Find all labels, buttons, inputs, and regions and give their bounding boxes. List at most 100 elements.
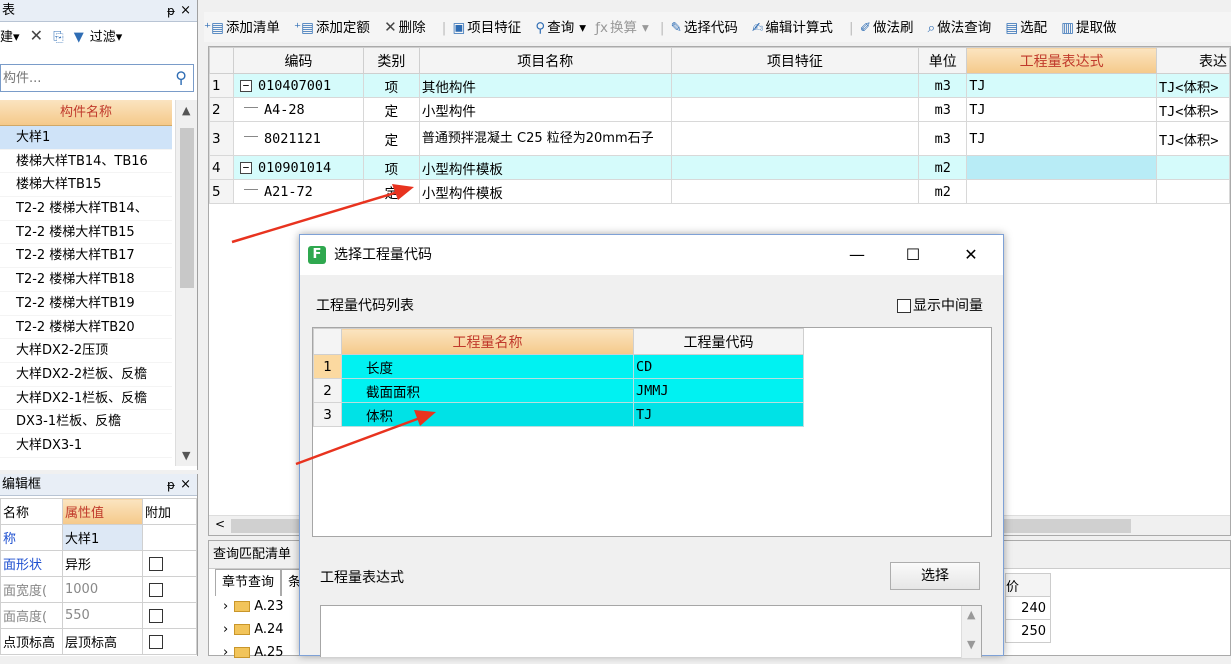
cell-feature[interactable] (670, 121, 920, 156)
expression-scrollbar[interactable]: ▲ ▼ (961, 606, 981, 658)
delete-icon[interactable]: ✕ (30, 26, 43, 45)
prop-value[interactable]: 层顶标高 (62, 628, 143, 655)
cell-expression[interactable] (966, 155, 1157, 180)
cell-name[interactable]: 小型构件模板 (418, 179, 672, 204)
table-row[interactable]: 2 A4-28 定 小型构件 m3 TJ TJ<体积> (209, 97, 1231, 122)
show-intermediate-checkbox[interactable] (897, 299, 911, 313)
collapse-icon[interactable]: − (239, 161, 252, 174)
edit-formula-button[interactable]: ✍ 编辑计算式 (752, 20, 838, 36)
cell-type[interactable]: 项 (362, 73, 420, 98)
prop-value[interactable]: 1000 (62, 576, 143, 603)
prop-value[interactable]: 550 (62, 602, 143, 629)
cell-expression-2[interactable]: TJ<体积> (1155, 73, 1231, 98)
item-feature-button[interactable]: ▣ 项目特征 (452, 20, 526, 36)
tab-chapter-query[interactable]: 章节查询 (215, 569, 282, 596)
cell-code[interactable]: −010901014 (232, 155, 364, 180)
extra-checkbox[interactable] (149, 608, 163, 623)
table-row[interactable]: 5 A21-72 定 小型构件模板 m2 (209, 179, 1231, 204)
list-item[interactable]: 大样DX2-2栏板、反檐 (0, 363, 172, 387)
table-row[interactable]: 面高度( 550 (0, 602, 197, 629)
method-query-button[interactable]: ⌕ 做法查询 (928, 20, 997, 36)
extra-checkbox[interactable] (149, 582, 163, 597)
cell-expression-2[interactable] (1155, 179, 1231, 204)
chevron-right-icon[interactable]: › (223, 599, 228, 614)
table-row[interactable]: 称 大样1 (0, 524, 197, 551)
filter-button[interactable]: 过滤▾ (90, 30, 123, 45)
cell-type[interactable]: 定 (362, 121, 420, 156)
price-cell[interactable]: 240 (1005, 596, 1051, 620)
quantity-code-cell[interactable]: CD (633, 354, 804, 379)
list-item[interactable]: T2-2 楼梯大样TB17 (0, 244, 172, 269)
cell-code[interactable]: −010407001 (232, 73, 364, 98)
cell-code[interactable]: 8021121 (232, 121, 364, 156)
list-item[interactable]: 大样DX3-1 (0, 434, 172, 458)
scroll-down-icon[interactable]: ▼ (967, 638, 975, 651)
quantity-code-cell[interactable]: TJ (633, 402, 804, 427)
component-name-header[interactable]: 构件名称 (0, 100, 172, 126)
cell-unit[interactable]: m2 (918, 155, 968, 180)
pin-icon[interactable]: ᵽ (167, 474, 175, 496)
close-icon[interactable]: ✕ (948, 235, 994, 275)
list-item[interactable]: T2-2 楼梯大样TB14、 (0, 197, 172, 221)
show-intermediate-toggle[interactable]: 显示中间量 (897, 295, 983, 315)
maximize-icon[interactable]: ☐ (890, 235, 936, 275)
cell-name[interactable]: 小型构件 (418, 97, 672, 122)
list-item[interactable]: 大样DX2-2压顶 (0, 339, 172, 363)
cell-expression[interactable]: TJ (966, 121, 1157, 156)
price-cell[interactable]: 250 (1005, 619, 1051, 643)
delete-button[interactable]: ✕ 删除 (384, 18, 431, 36)
list-item[interactable]: 大样DX2-1栏板、反檐 (0, 387, 172, 411)
col-header-expression[interactable]: 工程量表达式 (966, 47, 1157, 74)
cell-expression[interactable]: TJ (966, 97, 1157, 122)
chevron-right-icon[interactable]: › (223, 622, 228, 637)
table-row[interactable]: 2 截面面积 JMMJ (313, 378, 804, 403)
quantity-name-cell[interactable]: 长度 (341, 354, 634, 379)
cell-type[interactable]: 定 (362, 97, 420, 122)
close-icon[interactable]: × (180, 474, 191, 496)
col-header-expression-2[interactable]: 表达 (1155, 47, 1231, 74)
cell-unit[interactable]: m2 (918, 179, 968, 204)
component-search-input[interactable] (1, 65, 161, 91)
list-item[interactable]: T2-2 楼梯大样TB15 (0, 221, 172, 245)
copy-icon[interactable]: ⎘ (53, 30, 63, 45)
list-item[interactable]: 楼梯大样TB14、TB16 (0, 150, 172, 174)
search-icon[interactable]: ⚲ (175, 68, 187, 87)
cell-expression-2[interactable] (1155, 155, 1231, 180)
table-row[interactable]: 1 长度 CD (313, 354, 804, 379)
cell-unit[interactable]: m3 (918, 97, 968, 122)
col-header-quantity-code[interactable]: 工程量代码 (633, 328, 804, 355)
list-item[interactable]: 楼梯大样TB15 (0, 173, 172, 198)
cell-feature[interactable] (670, 155, 920, 180)
extra-checkbox[interactable] (149, 556, 163, 571)
add-quota-button[interactable]: ⁺▤ 添加定额 (294, 20, 375, 36)
prop-value[interactable]: 大样1 (62, 524, 143, 551)
cell-feature[interactable] (670, 73, 920, 98)
minimize-icon[interactable]: — (834, 235, 880, 275)
cell-feature[interactable] (670, 97, 920, 122)
table-row[interactable]: 面形状 异形 (0, 550, 197, 577)
col-header-type[interactable]: 类别 (362, 47, 420, 74)
list-item[interactable]: 大样1 (0, 126, 172, 150)
extract-button[interactable]: ▥ 提取做 (1061, 20, 1121, 36)
cell-unit[interactable]: m3 (918, 73, 968, 98)
pin-icon[interactable]: ᵽ (167, 0, 175, 22)
col-header-feature[interactable]: 项目特征 (670, 47, 920, 74)
cell-expression[interactable] (966, 179, 1157, 204)
cell-type[interactable]: 定 (362, 179, 420, 204)
new-component-button[interactable]: 建▾ (0, 30, 20, 45)
quantity-name-cell[interactable]: 截面面积 (341, 378, 634, 403)
quantity-code-cell[interactable]: JMMJ (633, 378, 804, 403)
table-row[interactable]: 面宽度( 1000 (0, 576, 197, 603)
scroll-up-icon[interactable]: ▲ (182, 104, 190, 117)
cell-name[interactable]: 其他构件 (418, 73, 672, 98)
cell-code[interactable]: A4-28 (232, 97, 364, 122)
select-match-button[interactable]: ▤ 选配 (1005, 20, 1052, 36)
quantity-name-cell[interactable]: 体积 (341, 402, 634, 427)
cell-expression-2[interactable]: TJ<体积> (1155, 97, 1231, 122)
component-list-scrollbar[interactable]: ▲ ▼ (175, 100, 197, 466)
query-button[interactable]: ⚲ 查询 ▾ (535, 20, 586, 36)
table-row[interactable]: 点顶标高 层顶标高 (0, 628, 197, 655)
add-list-button[interactable]: ⁺▤ 添加清单 (204, 20, 285, 36)
list-item[interactable]: DX3-1栏板、反檐 (0, 410, 172, 434)
scroll-up-icon[interactable]: ▲ (967, 608, 975, 621)
